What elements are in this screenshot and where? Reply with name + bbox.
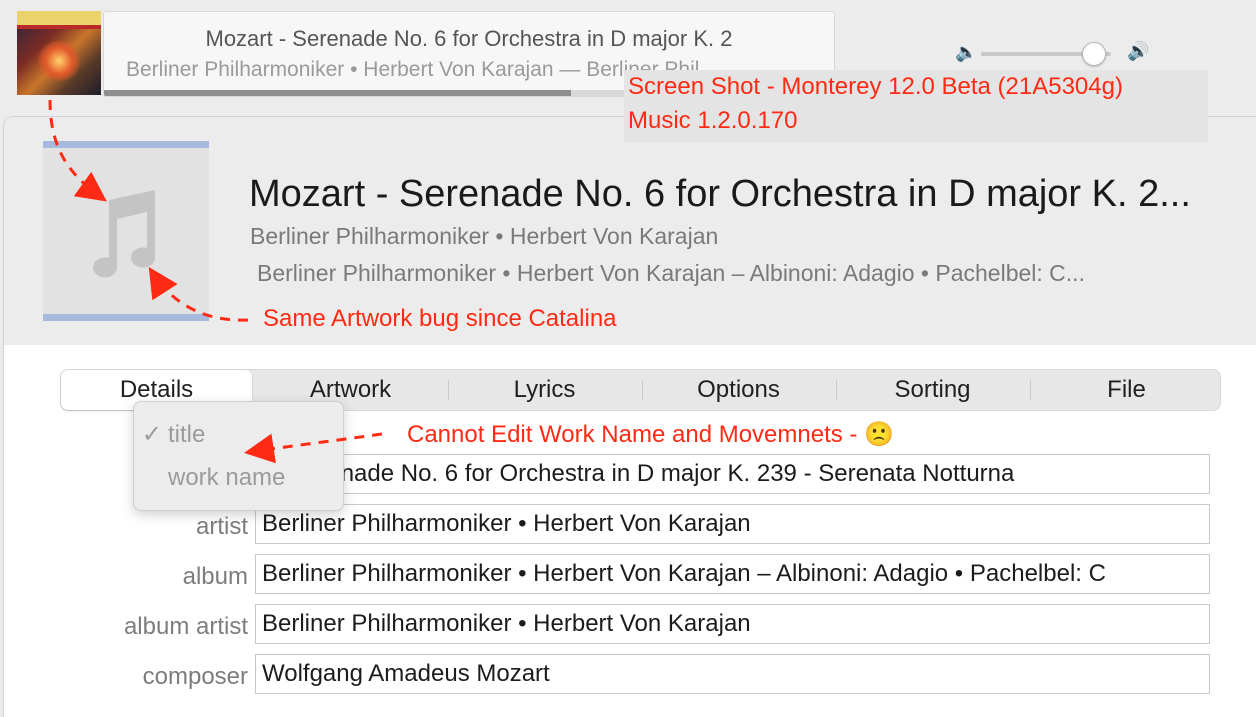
- arrow-to-work-name: [244, 432, 383, 464]
- arrow-to-artwork: [48, 99, 107, 202]
- arrow-from-artwork-note: [148, 266, 249, 322]
- annotation-arrows: [48, 99, 383, 464]
